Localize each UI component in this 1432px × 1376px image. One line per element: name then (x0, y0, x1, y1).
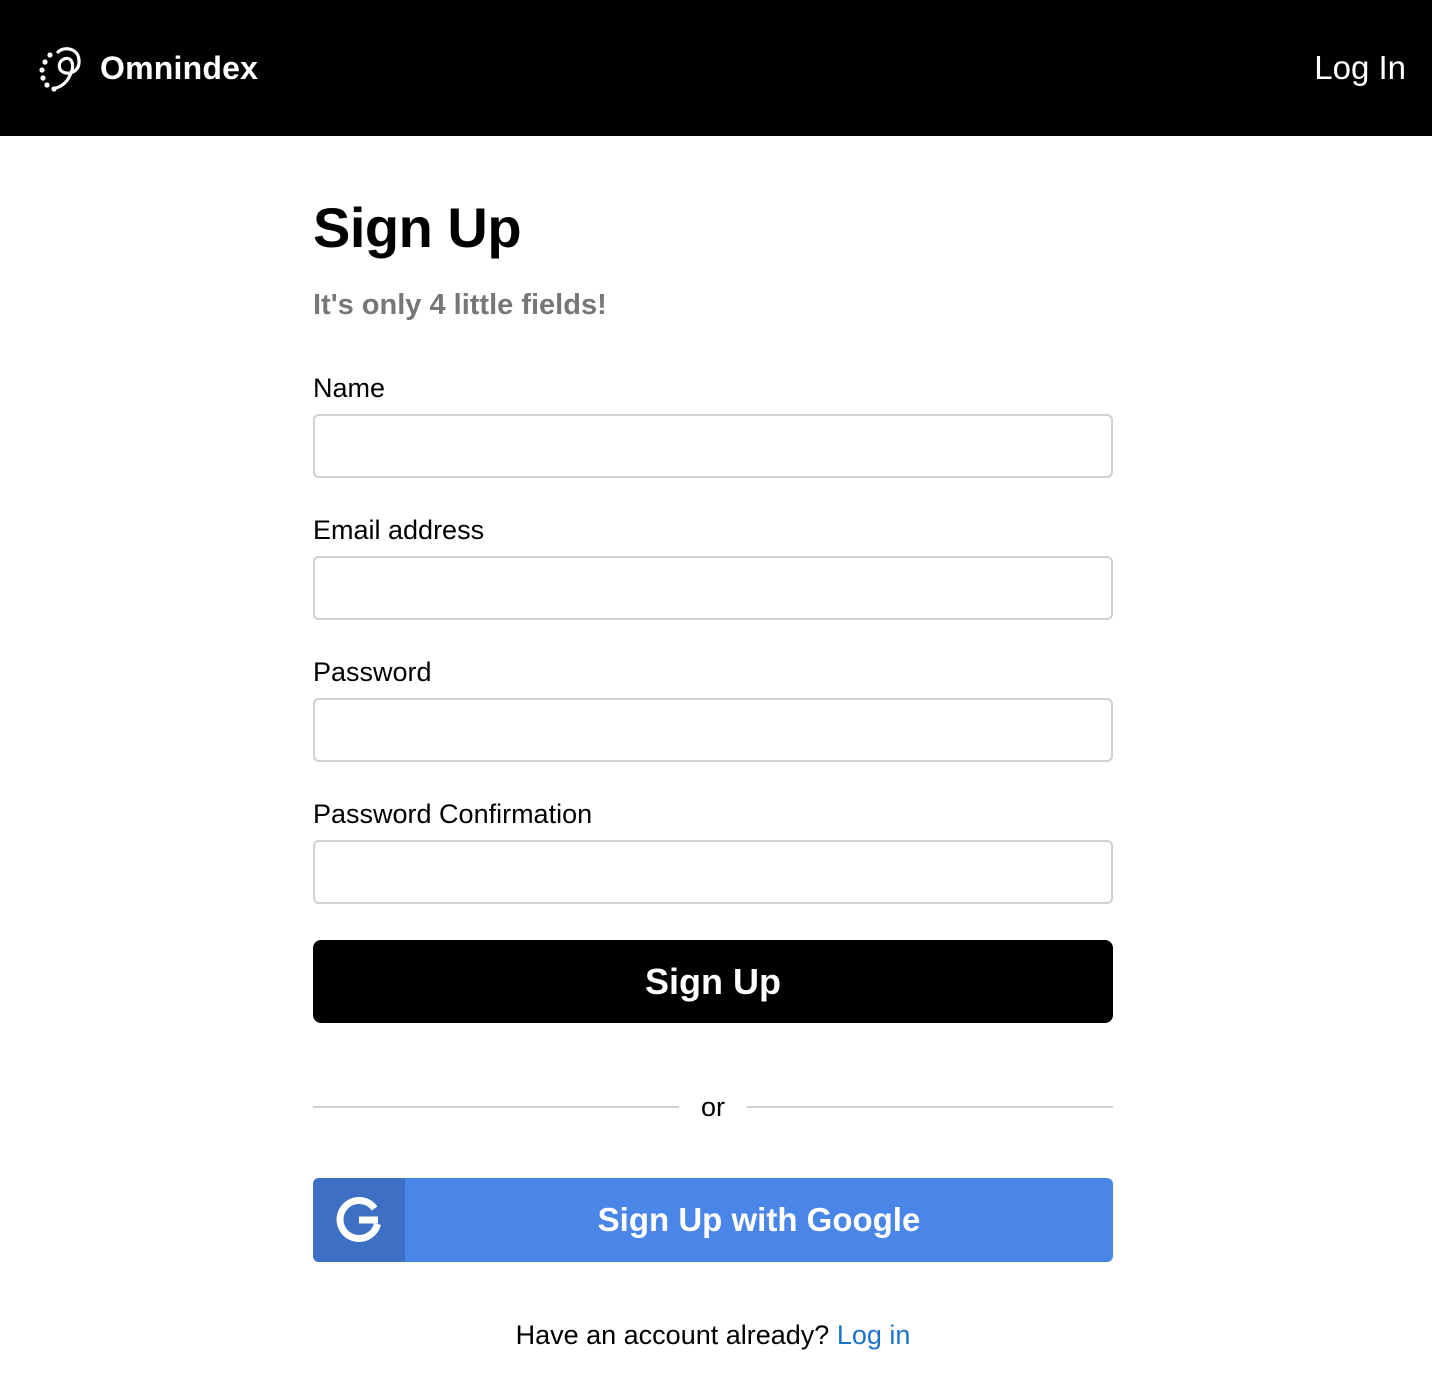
password-input[interactable] (313, 698, 1113, 762)
password-label: Password (313, 657, 432, 687)
divider-line-right (747, 1106, 1114, 1108)
top-navbar: Omnindex Log In (0, 0, 1432, 136)
page-subtitle: It's only 4 little fields! (313, 289, 607, 321)
email-label: Email address (313, 515, 485, 545)
brand[interactable]: Omnindex (36, 43, 258, 93)
name-label: Name (313, 373, 386, 403)
google-g-icon (336, 1197, 381, 1243)
omnindex-logo-icon (39, 47, 81, 92)
signup-container: Sign Up It's only 4 little fields! Name … (313, 136, 1114, 1351)
login-prompt-text: Have an account already? (515, 1320, 830, 1350)
or-divider: or (313, 1091, 1114, 1123)
google-icon-container (313, 1178, 405, 1262)
google-sign-up-label: Sign Up with Google (597, 1201, 921, 1238)
divider-line-left (313, 1106, 679, 1108)
divider-text: or (701, 1092, 726, 1122)
password-confirmation-label: Password Confirmation (313, 799, 593, 829)
footer-login-link[interactable]: Log in (837, 1320, 911, 1350)
brand-name: Omnindex (100, 49, 259, 86)
name-input[interactable] (313, 414, 1113, 478)
login-prompt: Have an account already? Log in (313, 1319, 1113, 1351)
google-sign-up-button[interactable]: Sign Up with Google (313, 1178, 1113, 1262)
password-confirmation-input[interactable] (313, 840, 1113, 904)
sign-up-button[interactable]: Sign Up (313, 940, 1113, 1023)
nav-login-link[interactable]: Log In (1314, 49, 1406, 87)
email-input[interactable] (313, 556, 1113, 620)
page-title: Sign Up (313, 196, 522, 259)
signup-form: Name Email address Password Password Con… (313, 372, 1113, 1023)
